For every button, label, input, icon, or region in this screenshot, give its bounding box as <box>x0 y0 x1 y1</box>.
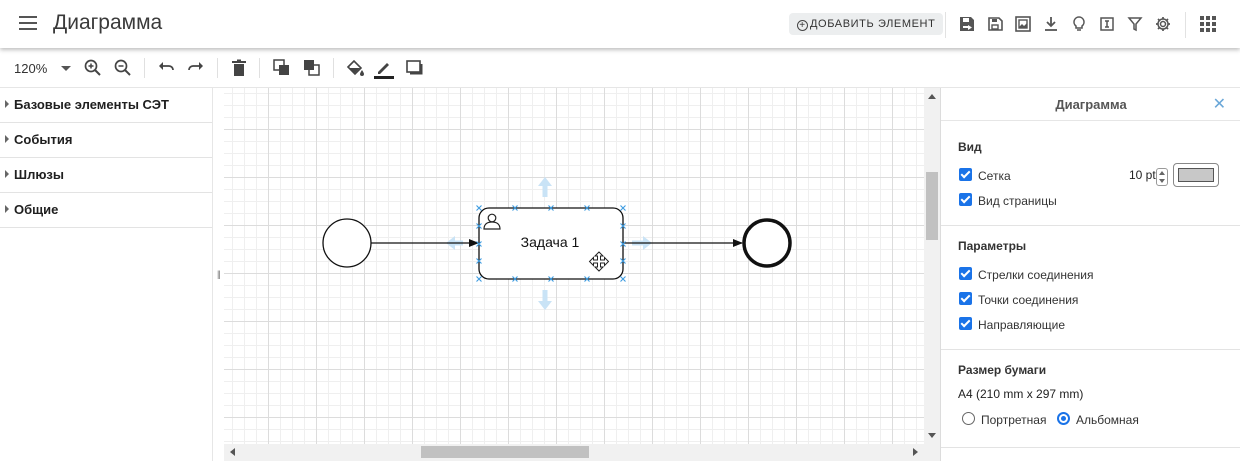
expand-triangle-icon <box>5 170 9 178</box>
expand-triangle-icon <box>5 205 9 213</box>
landscape-radio[interactable] <box>1057 412 1070 425</box>
filter-icon[interactable] <box>1125 14 1145 34</box>
grid-color-swatch <box>1178 168 1214 182</box>
sidebar-splitter-handle[interactable]: || <box>217 269 221 279</box>
start-event[interactable] <box>322 218 372 268</box>
toolbar-divider <box>333 58 334 78</box>
connection-arrows-label: Стрелки соединения <box>978 268 1094 282</box>
shapes-sidebar: Базовые элементы СЭТ События Шлюзы Общие <box>0 88 213 461</box>
guides-checkbox[interactable] <box>959 317 972 330</box>
grid-checkbox[interactable] <box>959 168 972 181</box>
selection-handle[interactable] <box>476 205 482 211</box>
section-title: Параметры <box>958 239 1027 253</box>
scroll-left-arrow-icon[interactable] <box>230 448 235 456</box>
connection-points-label: Точки соединения <box>978 293 1079 307</box>
toolbar: 120% <box>0 48 1240 88</box>
scroll-down-arrow-icon[interactable] <box>928 433 936 438</box>
expand-triangle-icon <box>5 100 9 108</box>
format-panel-header: Диаграмма ✕ <box>941 88 1240 121</box>
add-element-label: ДОБАВИТЬ ЭЛЕМЕНТ <box>810 18 936 30</box>
sidebar-category-events[interactable]: События <box>0 123 212 158</box>
save-icon[interactable] <box>985 14 1005 34</box>
grid-label: Сетка <box>978 169 1011 183</box>
task-label[interactable]: Задача 1 <box>521 234 580 250</box>
grid-size-stepper[interactable] <box>1156 168 1168 186</box>
selection-handle[interactable] <box>620 205 626 211</box>
toolbar-divider <box>217 58 218 78</box>
close-icon[interactable]: ✕ <box>1213 94 1226 114</box>
horizontal-scroll-thumb[interactable] <box>421 446 589 458</box>
selection-handle[interactable] <box>620 276 626 282</box>
lightbulb-icon[interactable] <box>1069 14 1089 34</box>
page-view-checkbox[interactable] <box>959 193 972 206</box>
grid-size-input[interactable]: 10 pt <box>1129 168 1156 182</box>
portrait-label: Портретная <box>981 413 1047 427</box>
to-front-icon[interactable] <box>271 57 293 79</box>
app-header: Диаграмма + ДОБАВИТЬ ЭЛЕМЕНТ <box>0 0 1240 48</box>
zoom-out-icon[interactable] <box>112 57 134 79</box>
scroll-up-arrow-icon[interactable] <box>928 94 936 99</box>
category-label: Базовые элементы СЭТ <box>14 97 169 112</box>
landscape-label: Альбомная <box>1076 413 1139 427</box>
scrollbar-corner <box>924 444 940 461</box>
zoom-select[interactable]: 120% <box>14 61 47 76</box>
header-divider <box>1185 12 1186 38</box>
delete-icon[interactable] <box>228 57 250 79</box>
download-icon[interactable] <box>1041 14 1061 34</box>
format-panel: Диаграмма ✕ Вид Сетка 10 pt Вид страницы… <box>940 88 1240 461</box>
sidebar-category-base-elements[interactable]: Базовые элементы СЭТ <box>0 88 212 123</box>
text-icon[interactable] <box>1097 14 1117 34</box>
scroll-right-arrow-icon[interactable] <box>913 448 918 456</box>
vertical-scrollbar[interactable] <box>924 88 940 444</box>
save-as-icon[interactable] <box>957 14 977 34</box>
line-color-icon[interactable] <box>373 57 395 79</box>
portrait-radio[interactable] <box>962 412 975 425</box>
zoom-in-icon[interactable] <box>82 57 104 79</box>
end-event[interactable] <box>742 218 792 268</box>
expand-triangle-icon <box>5 135 9 143</box>
fill-color-icon[interactable] <box>344 57 366 79</box>
redo-icon[interactable] <box>185 57 207 79</box>
add-element-button[interactable]: + ДОБАВИТЬ ЭЛЕМЕНТ <box>789 13 944 35</box>
view-section: Вид Сетка 10 pt Вид страницы <box>941 122 1240 226</box>
sidebar-category-general[interactable]: Общие <box>0 193 212 228</box>
undo-icon[interactable] <box>155 57 177 79</box>
section-title: Размер бумаги <box>958 363 1047 377</box>
page-view-label: Вид страницы <box>978 194 1057 208</box>
shadow-icon[interactable] <box>404 57 426 79</box>
toolbar-divider <box>144 58 145 78</box>
horizontal-scrollbar[interactable] <box>224 444 924 461</box>
gear-icon[interactable] <box>1153 14 1173 34</box>
toolbar-divider <box>259 58 260 78</box>
to-back-icon[interactable] <box>301 57 323 79</box>
guides-label: Направляющие <box>978 318 1066 332</box>
header-divider <box>945 12 946 38</box>
sidebar-category-gateways[interactable]: Шлюзы <box>0 158 212 193</box>
selection-handle[interactable] <box>476 276 482 282</box>
parameters-section: Параметры Стрелки соединения Точки соеди… <box>941 226 1240 350</box>
chevron-down-icon[interactable] <box>61 66 71 71</box>
export-image-icon[interactable] <box>1013 14 1033 34</box>
hamburger-menu-icon[interactable] <box>19 16 37 30</box>
category-label: Шлюзы <box>14 167 64 182</box>
paper-size-section: Размер бумаги A4 (210 mm x 297 mm) Портр… <box>941 350 1240 448</box>
section-title: Вид <box>958 140 982 154</box>
add-circle-icon: + <box>797 20 808 31</box>
grid-color-button[interactable] <box>1173 163 1219 187</box>
category-label: Общие <box>14 202 59 217</box>
connection-arrows-checkbox[interactable] <box>959 267 972 280</box>
category-label: События <box>14 132 73 147</box>
diagram-canvas[interactable]: Задача 1 <box>224 88 924 444</box>
vertical-scroll-thumb[interactable] <box>926 172 938 240</box>
format-panel-title: Диаграмма <box>1055 97 1127 112</box>
paper-size-value[interactable]: A4 (210 mm x 297 mm) <box>958 387 1083 401</box>
apps-grid-icon[interactable] <box>1198 14 1218 34</box>
diagram-svg: Задача 1 <box>322 177 792 310</box>
connection-points-checkbox[interactable] <box>959 292 972 305</box>
app-title: Диаграмма <box>53 11 163 34</box>
